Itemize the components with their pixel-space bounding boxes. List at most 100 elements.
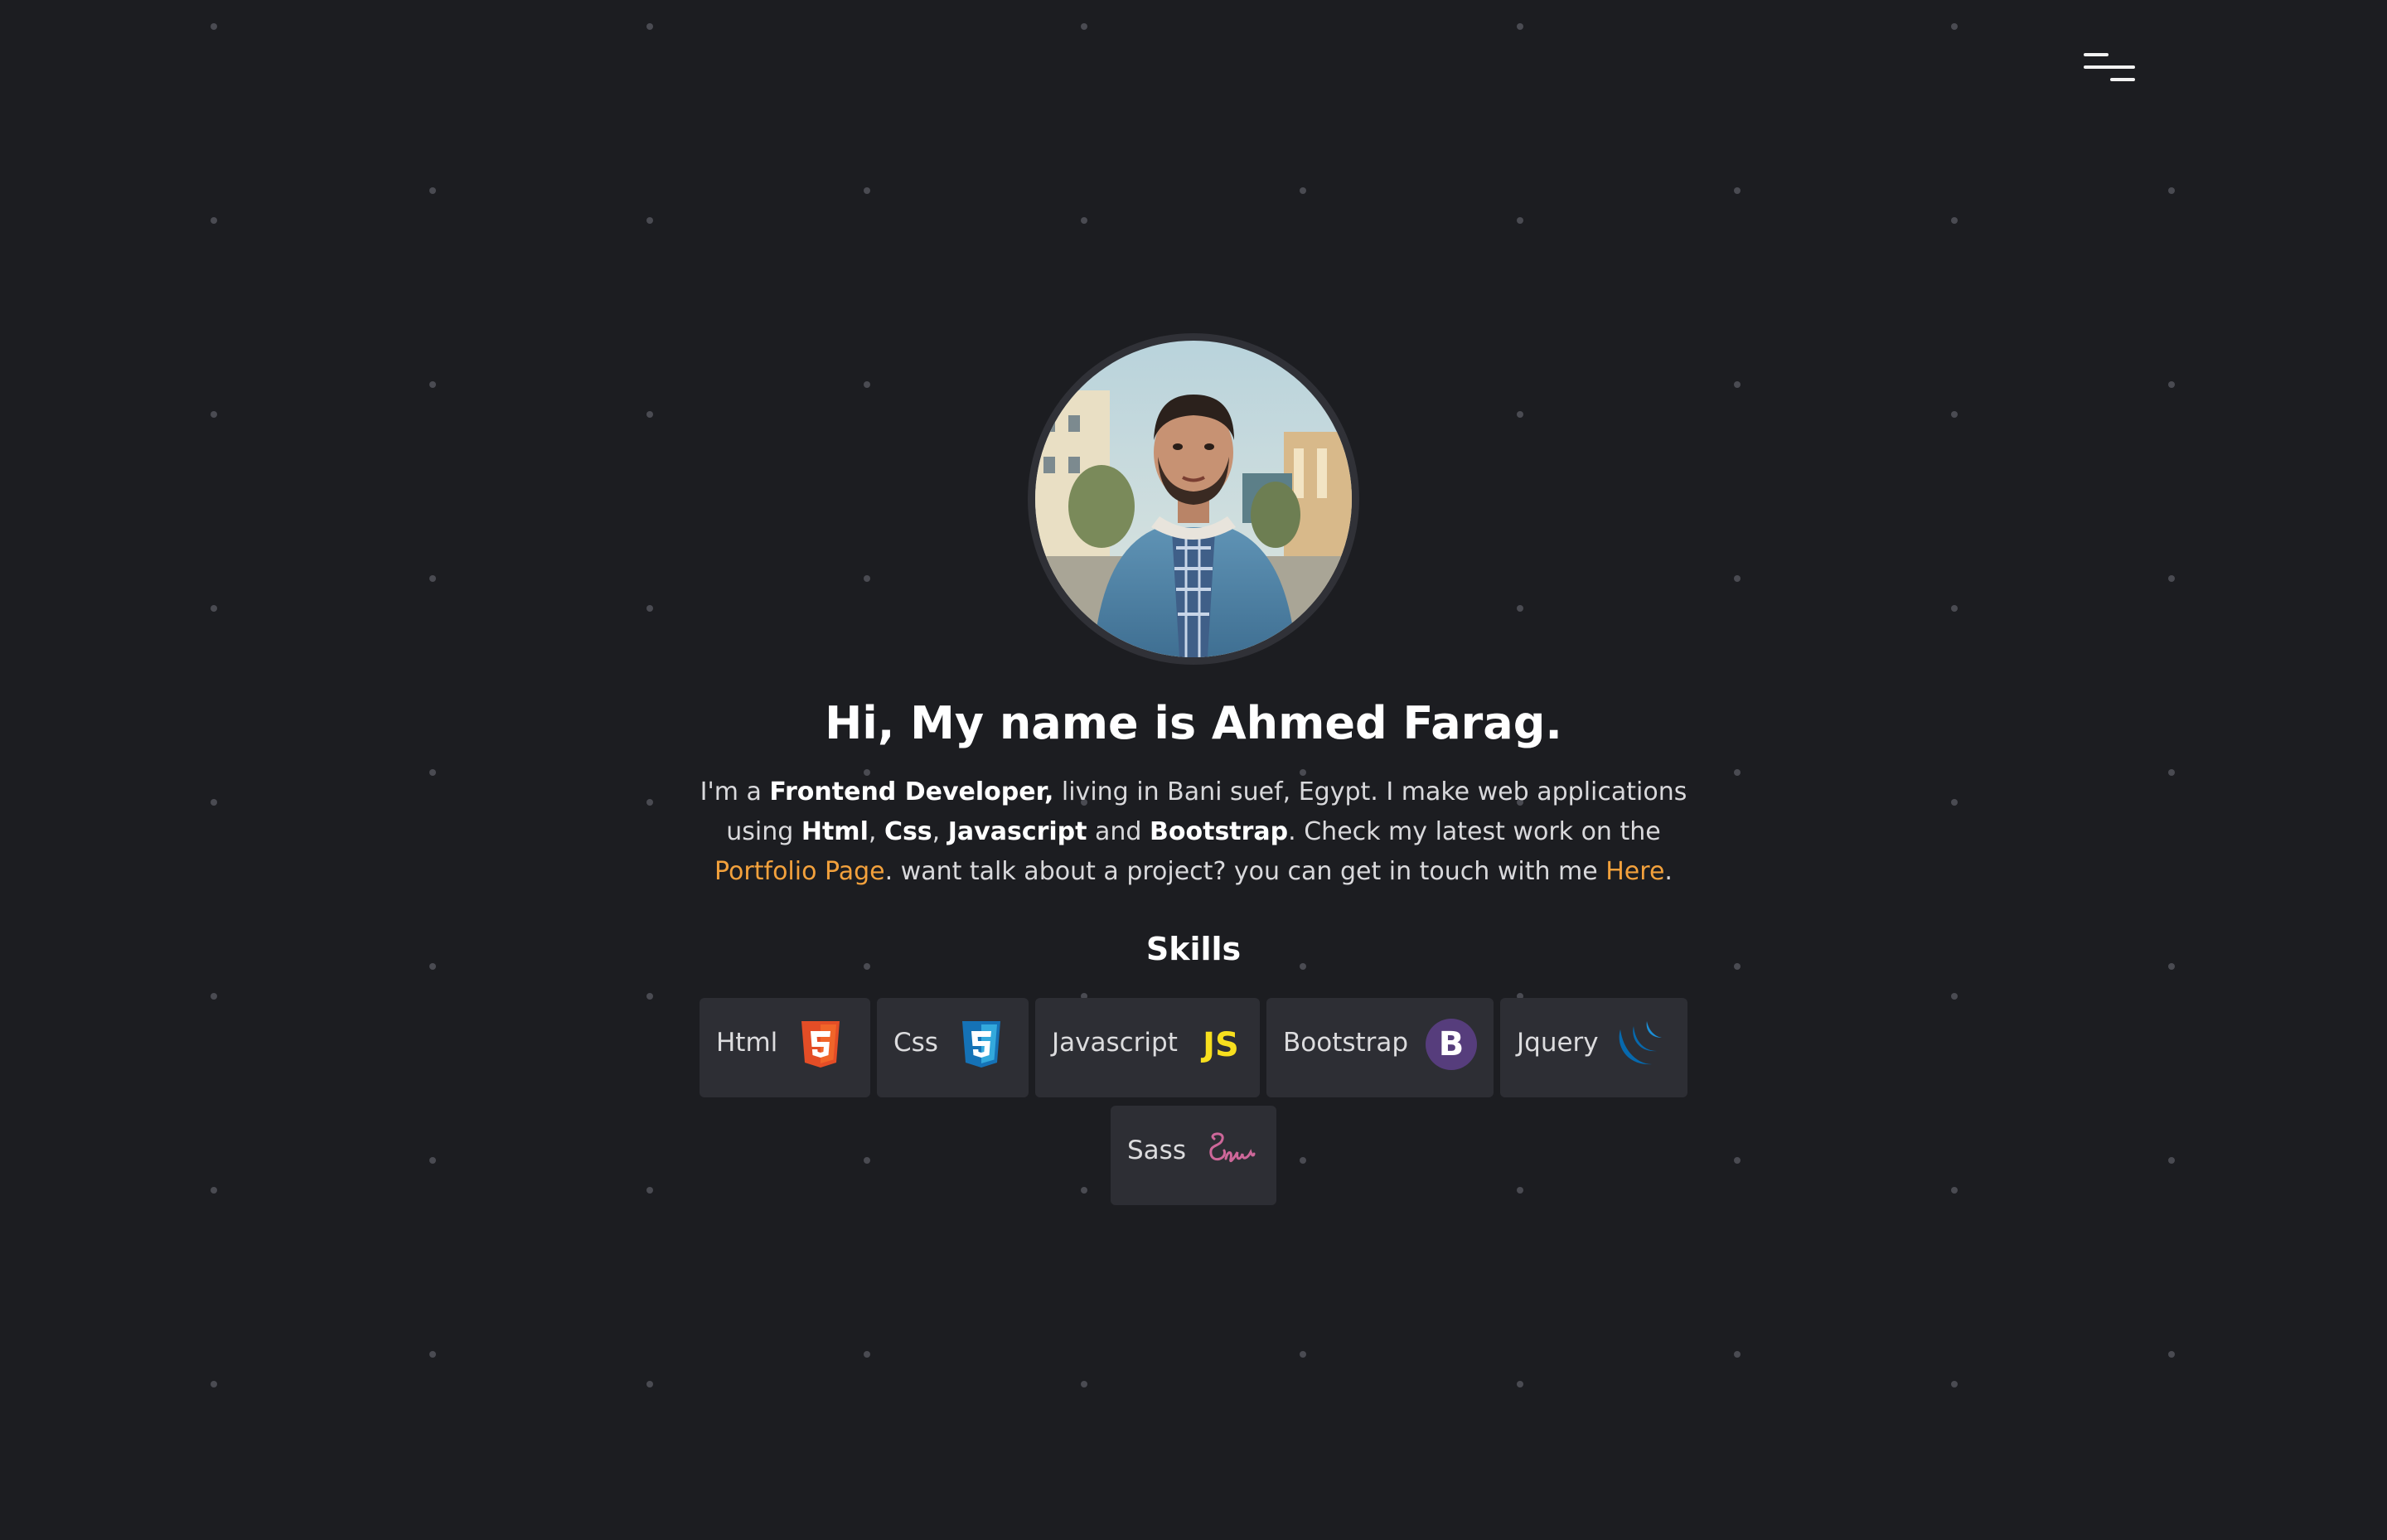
background-dot [1734,187,1741,194]
background-dot [864,1351,870,1358]
skill-label: Jquery [1517,1028,1599,1058]
background-dot [429,187,436,194]
background-dot [1300,1157,1306,1164]
svg-text:JS: JS [1200,1026,1239,1064]
background-dot [1300,187,1306,194]
background-dot [1951,1381,1958,1387]
background-dot [646,411,653,418]
skill-label: Bootstrap [1283,1028,1409,1058]
background-dot [646,1187,653,1194]
intro-tech-javascript: Javascript [947,817,1087,846]
skill-card-css: Css [877,998,1029,1097]
background-dot [2168,575,2175,582]
javascript-icon: JS [1194,1018,1247,1071]
background-dot [1081,1187,1087,1194]
background-dot [1951,217,1958,224]
background-dot [1081,217,1087,224]
background-dot [211,1381,217,1387]
background-dot [1951,993,1958,1000]
skill-card-html: Html [700,998,870,1097]
skill-label: Html [716,1028,778,1058]
background-dot [1951,799,1958,806]
hero-title: Hi, My name is Ahmed Farag. [825,697,1562,749]
background-dot [429,1351,436,1358]
background-dot [864,1157,870,1164]
background-dot [1951,1187,1958,1194]
intro-text: I'm a [700,777,770,806]
portfolio-page-link[interactable]: Portfolio Page [714,857,885,886]
background-dots [211,23,2175,1387]
hamburger-menu-button[interactable] [2072,46,2138,96]
background-dot [211,217,217,224]
background-dot [646,605,653,612]
background-dot [1951,411,1958,418]
skill-card-jquery: Jquery [1500,998,1687,1097]
background-dot [864,187,870,194]
background-dot [429,769,436,776]
background-dot [1517,605,1523,612]
background-dot [1517,217,1523,224]
background-dot [429,1157,436,1164]
background-dot [211,1187,217,1194]
intro-tech-html: Html [801,817,869,846]
skill-card-sass: Sass [1111,1106,1276,1205]
skill-label: Javascript [1052,1028,1178,1058]
skill-label: Sass [1127,1136,1186,1165]
background-dot [429,381,436,388]
intro-separator: , [868,817,884,846]
background-dot [211,993,217,1000]
skill-label: Css [893,1028,938,1058]
background-dot [2168,381,2175,388]
background-dot [1951,23,1958,30]
background-dot [1734,769,1741,776]
background-dot [211,799,217,806]
intro-text: . Check my latest work on the [1288,817,1661,846]
intro-paragraph: I'm a Frontend Developer, living in Bani… [680,772,1707,892]
background-dot [2168,769,2175,776]
background-dot [1081,1381,1087,1387]
intro-tech-css: Css [884,817,932,846]
background-dot [646,23,653,30]
sass-icon [1203,1126,1256,1179]
background-dot [1734,575,1741,582]
background-dot [864,575,870,582]
background-dot [1517,1187,1523,1194]
jquery-icon [1615,1018,1668,1071]
background-dot [646,799,653,806]
avatar-frame [1028,333,1359,665]
background-dot [646,1381,653,1387]
profile-photo [1035,341,1352,657]
background-dot [211,23,217,30]
skill-card-bootstrap: Bootstrap B [1266,998,1494,1097]
background-dot [429,575,436,582]
intro-role: Frontend Developer, [769,777,1054,806]
intro-tech-bootstrap: Bootstrap [1150,817,1289,846]
css3-icon [955,1018,1008,1071]
contact-here-link[interactable]: Here [1605,857,1664,886]
background-dot [1734,1157,1741,1164]
background-dot [646,993,653,1000]
html5-icon [794,1018,847,1071]
background-dot [2168,1351,2175,1358]
background-dot [211,605,217,612]
background-dot [1951,605,1958,612]
background-dot [1517,1381,1523,1387]
svg-text:B: B [1439,1025,1465,1063]
intro-text: . [1664,857,1673,886]
background-dot [2168,187,2175,194]
background-dot [211,411,217,418]
skills-title: Skills [1145,931,1242,967]
skill-card-javascript: Javascript JS [1035,998,1260,1097]
background-dot [646,217,653,224]
menu-line [2084,65,2135,69]
menu-line [2110,78,2135,81]
background-dot [2168,1157,2175,1164]
background-dot [1734,381,1741,388]
background-dot [1300,1351,1306,1358]
background-dot [1081,23,1087,30]
intro-separator: , [932,817,948,846]
background-dot [1517,23,1523,30]
menu-line [2084,53,2109,56]
intro-text: . want talk about a project? you can get… [884,857,1606,886]
intro-text: and [1087,817,1150,846]
